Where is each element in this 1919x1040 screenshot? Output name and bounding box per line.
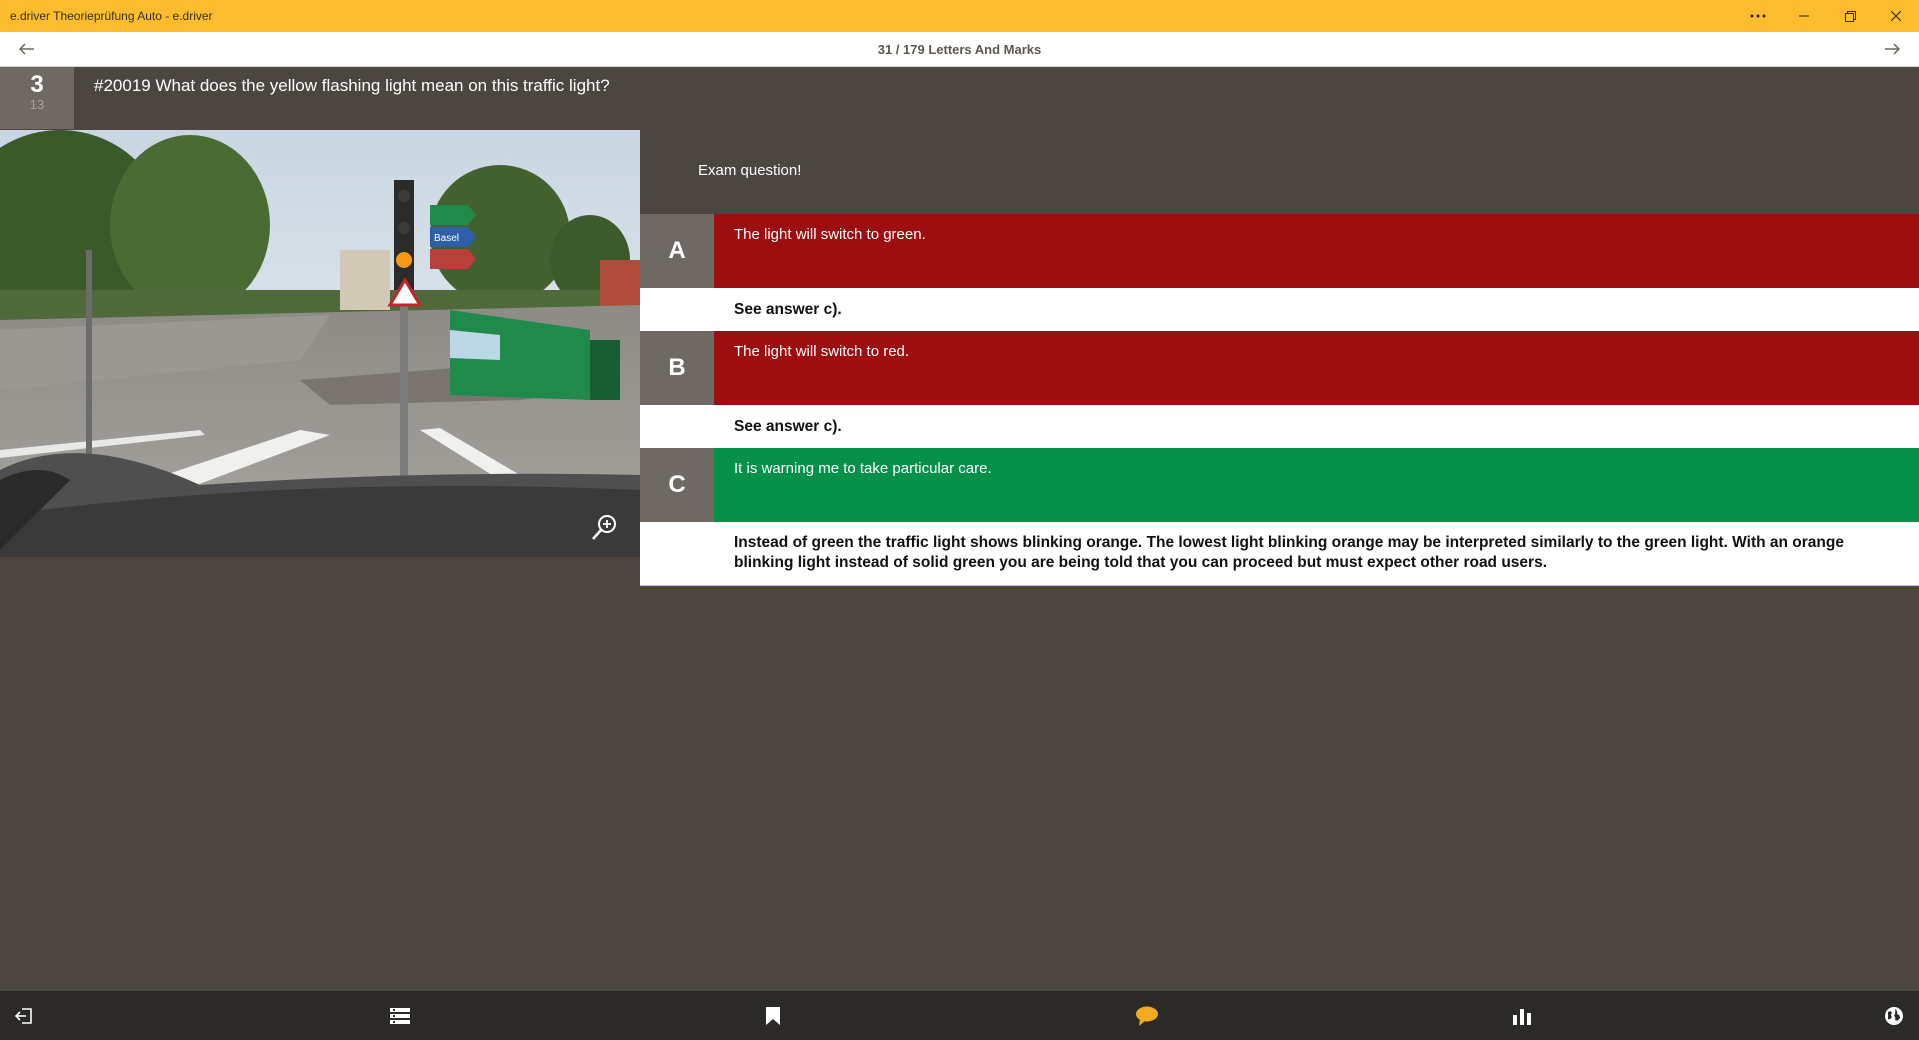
question-sub-number: 13 bbox=[29, 97, 45, 112]
answer-text: The light will switch to green. bbox=[734, 226, 926, 243]
minimize-button[interactable] bbox=[1781, 0, 1827, 32]
question-photo[interactable]: Basel bbox=[0, 130, 640, 557]
maximize-button[interactable] bbox=[1827, 0, 1873, 32]
answer-letter: B bbox=[640, 331, 714, 405]
question-number-box: 3 13 bbox=[0, 67, 74, 129]
previous-button[interactable] bbox=[0, 32, 54, 67]
close-icon bbox=[1891, 11, 1901, 21]
window-title: e.driver Theorieprüfung Auto - e.driver bbox=[10, 9, 213, 23]
comment-icon bbox=[1136, 1006, 1158, 1026]
statistics-button[interactable] bbox=[1502, 991, 1542, 1040]
question-number: 3 bbox=[30, 71, 44, 98]
answer-c[interactable]: C It is warning me to take particular ca… bbox=[640, 448, 1919, 522]
question-progress: 31 / 179 Letters And Marks bbox=[877, 41, 1042, 57]
exit-icon bbox=[15, 1007, 32, 1024]
more-options-button[interactable] bbox=[1735, 0, 1781, 32]
traffic-scene-image: Basel bbox=[0, 130, 640, 557]
answer-a[interactable]: A The light will switch to green. bbox=[640, 214, 1919, 288]
bookmark-icon bbox=[766, 1006, 780, 1025]
question-list-button[interactable] bbox=[380, 991, 420, 1040]
zoom-in-icon bbox=[592, 515, 616, 540]
sign-text: Basel bbox=[434, 233, 459, 244]
answer-text: It is warning me to take particular care… bbox=[734, 460, 992, 477]
minimize-icon bbox=[1799, 15, 1809, 17]
statistics-icon bbox=[1513, 1008, 1531, 1025]
title-bar: e.driver Theorieprüfung Auto - e.driver bbox=[0, 0, 1919, 32]
globe-icon bbox=[1885, 1006, 1903, 1025]
zoom-button[interactable] bbox=[590, 512, 620, 542]
answer-letter: A bbox=[640, 214, 714, 288]
next-button[interactable] bbox=[1865, 32, 1919, 67]
explanation-text: See answer c). bbox=[734, 418, 842, 435]
answer-b[interactable]: B The light will switch to red. bbox=[640, 331, 1919, 405]
answer-a-explanation: See answer c). bbox=[640, 288, 1919, 331]
bottom-toolbar bbox=[0, 991, 1919, 1040]
close-button[interactable] bbox=[1873, 0, 1919, 32]
answer-letter: C bbox=[640, 448, 714, 522]
list-icon bbox=[390, 1007, 410, 1024]
arrow-right-icon bbox=[1884, 43, 1900, 55]
question-text: #20019 What does the yellow flashing lig… bbox=[94, 76, 610, 95]
answer-b-explanation: See answer c). bbox=[640, 405, 1919, 448]
answer-text: The light will switch to red. bbox=[734, 343, 910, 360]
answer-c-explanation: Instead of green the traffic light shows… bbox=[640, 522, 1919, 586]
explanation-text: See answer c). bbox=[734, 301, 842, 318]
nav-bar: 31 / 179 Letters And Marks bbox=[0, 32, 1919, 67]
exam-question-label: Exam question! bbox=[698, 162, 802, 179]
exit-button[interactable] bbox=[4, 991, 44, 1040]
comment-button[interactable] bbox=[1127, 991, 1167, 1040]
restore-icon bbox=[1844, 10, 1856, 22]
explanation-text: Instead of green the traffic light shows… bbox=[734, 534, 1844, 571]
language-button[interactable] bbox=[1874, 991, 1914, 1040]
arrow-left-icon bbox=[19, 43, 34, 55]
bookmark-button[interactable] bbox=[753, 991, 793, 1040]
more-icon bbox=[1750, 14, 1766, 18]
